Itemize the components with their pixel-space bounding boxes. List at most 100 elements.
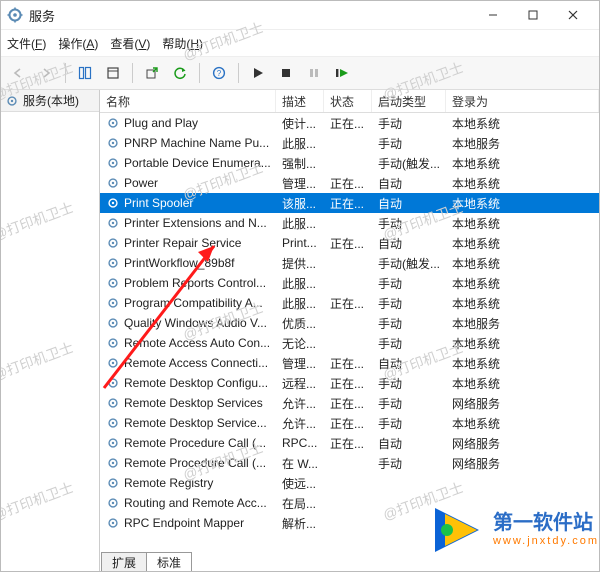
sidebar-item-services-local[interactable]: 服务(本地) bbox=[1, 90, 99, 112]
gear-icon bbox=[106, 436, 120, 450]
column-status[interactable]: 状态 bbox=[324, 90, 372, 112]
service-start: 手动 bbox=[372, 115, 446, 132]
service-desc: 解析... bbox=[276, 515, 324, 532]
service-start: 自动 bbox=[372, 195, 446, 212]
menu-view[interactable]: 查看(V) bbox=[110, 35, 150, 52]
service-desc: 在局... bbox=[276, 495, 324, 512]
gear-icon bbox=[5, 94, 19, 108]
service-row[interactable]: Remote Desktop Service...允许...正在...手动本地系… bbox=[100, 413, 599, 433]
minimize-button[interactable] bbox=[473, 1, 513, 29]
menu-help[interactable]: 帮助(H) bbox=[162, 35, 203, 52]
service-row[interactable]: Remote Procedure Call (...在 W...手动网络服务 bbox=[100, 453, 599, 473]
service-name: Remote Procedure Call (... bbox=[124, 436, 266, 450]
service-row[interactable]: Remote Access Auto Con...无论...手动本地系统 bbox=[100, 333, 599, 353]
gear-icon bbox=[106, 176, 120, 190]
service-row[interactable]: Remote Registry使远... bbox=[100, 473, 599, 493]
tab-extended[interactable]: 扩展 bbox=[101, 552, 147, 572]
column-name[interactable]: 名称 bbox=[100, 90, 276, 112]
service-status: 正在... bbox=[324, 415, 372, 432]
gear-icon bbox=[106, 356, 120, 370]
start-service-button[interactable] bbox=[245, 60, 271, 86]
service-name: Quality Windows Audio V... bbox=[124, 316, 267, 330]
service-logon: 本地系统 bbox=[446, 255, 599, 272]
pause-service-button[interactable] bbox=[301, 60, 327, 86]
tab-standard[interactable]: 标准 bbox=[146, 552, 192, 572]
column-start[interactable]: 启动类型 bbox=[372, 90, 446, 112]
service-row[interactable]: Plug and Play使计...正在...手动本地系统 bbox=[100, 113, 599, 133]
forward-button[interactable] bbox=[33, 60, 59, 86]
service-name: Portable Device Enumera... bbox=[124, 156, 271, 170]
column-logon[interactable]: 登录为 bbox=[446, 90, 599, 112]
service-logon: 本地系统 bbox=[446, 375, 599, 392]
maximize-button[interactable] bbox=[513, 1, 553, 29]
export-button[interactable] bbox=[139, 60, 165, 86]
stop-service-button[interactable] bbox=[273, 60, 299, 86]
menu-file[interactable]: 文件(F) bbox=[7, 35, 46, 52]
gear-icon bbox=[106, 476, 120, 490]
service-row[interactable]: Program Compatibility A...此服...正在...手动本地… bbox=[100, 293, 599, 313]
service-name: Remote Access Auto Con... bbox=[124, 336, 270, 350]
service-logon: 本地系统 bbox=[446, 235, 599, 252]
service-row[interactable]: Remote Desktop Services允许...正在...手动网络服务 bbox=[100, 393, 599, 413]
service-desc: 该服... bbox=[276, 195, 324, 212]
service-logon: 本地系统 bbox=[446, 355, 599, 372]
service-row[interactable]: Remote Desktop Configu...远程...正在...手动本地系… bbox=[100, 373, 599, 393]
list-body: Plug and Play使计...正在...手动本地系统PNRP Machin… bbox=[100, 113, 599, 572]
gear-icon bbox=[106, 116, 120, 130]
service-start: 手动 bbox=[372, 335, 446, 352]
service-logon: 网络服务 bbox=[446, 395, 599, 412]
service-logon: 本地系统 bbox=[446, 215, 599, 232]
help-button[interactable]: ? bbox=[206, 60, 232, 86]
menu-action[interactable]: 操作(A) bbox=[58, 35, 98, 52]
service-row[interactable]: Portable Device Enumera...强制...手动(触发...本… bbox=[100, 153, 599, 173]
service-logon: 本地系统 bbox=[446, 275, 599, 292]
service-name: Print Spooler bbox=[124, 196, 193, 210]
service-row[interactable]: Printer Extensions and N...此服...手动本地系统 bbox=[100, 213, 599, 233]
gear-icon bbox=[106, 156, 120, 170]
restart-service-button[interactable] bbox=[329, 60, 355, 86]
service-row[interactable]: Print Spooler该服...正在...自动本地系统 bbox=[100, 193, 599, 213]
bottom-tabs: 扩展 标准 bbox=[101, 551, 191, 571]
service-status: 正在... bbox=[324, 355, 372, 372]
service-desc: 此服... bbox=[276, 275, 324, 292]
toolbar-separator bbox=[238, 63, 239, 83]
service-logon: 本地服务 bbox=[446, 315, 599, 332]
service-desc: 使计... bbox=[276, 115, 324, 132]
service-desc: 强制... bbox=[276, 155, 324, 172]
service-row[interactable]: Remote Access Connecti...管理...正在...自动本地系… bbox=[100, 353, 599, 373]
service-name: Remote Desktop Service... bbox=[124, 416, 267, 430]
service-row[interactable]: Remote Procedure Call (...RPC...正在...自动网… bbox=[100, 433, 599, 453]
service-status: 正在... bbox=[324, 435, 372, 452]
service-row[interactable]: Quality Windows Audio V...优质...手动本地服务 bbox=[100, 313, 599, 333]
service-desc: 管理... bbox=[276, 355, 324, 372]
service-status: 正在... bbox=[324, 195, 372, 212]
service-start: 手动 bbox=[372, 275, 446, 292]
column-desc[interactable]: 描述 bbox=[276, 90, 324, 112]
service-logon: 网络服务 bbox=[446, 455, 599, 472]
close-button[interactable] bbox=[553, 1, 593, 29]
service-row[interactable]: Power管理...正在...自动本地系统 bbox=[100, 173, 599, 193]
service-start: 手动(触发... bbox=[372, 255, 446, 272]
svg-text:?: ? bbox=[217, 69, 222, 78]
service-row[interactable]: PNRP Machine Name Pu...此服...手动本地服务 bbox=[100, 133, 599, 153]
show-hide-tree-button[interactable] bbox=[72, 60, 98, 86]
gear-icon bbox=[106, 496, 120, 510]
service-logon: 本地系统 bbox=[446, 115, 599, 132]
service-row[interactable]: Printer Repair ServicePrint...正在...自动本地系… bbox=[100, 233, 599, 253]
service-row[interactable]: Problem Reports Control...此服...手动本地系统 bbox=[100, 273, 599, 293]
back-button[interactable] bbox=[5, 60, 31, 86]
service-status: 正在... bbox=[324, 235, 372, 252]
toolbar: ? bbox=[1, 57, 599, 90]
service-row[interactable]: RPC Endpoint Mapper解析... bbox=[100, 513, 599, 533]
service-desc: 无论... bbox=[276, 335, 324, 352]
service-row[interactable]: PrintWorkflow_89b8f提供...手动(触发...本地系统 bbox=[100, 253, 599, 273]
service-name: Program Compatibility A... bbox=[124, 296, 263, 310]
service-name: Remote Desktop Configu... bbox=[124, 376, 268, 390]
properties-button[interactable] bbox=[100, 60, 126, 86]
gear-icon bbox=[106, 336, 120, 350]
service-start: 手动 bbox=[372, 455, 446, 472]
gear-icon bbox=[106, 256, 120, 270]
refresh-button[interactable] bbox=[167, 60, 193, 86]
service-start: 自动 bbox=[372, 235, 446, 252]
service-row[interactable]: Routing and Remote Acc...在局... bbox=[100, 493, 599, 513]
